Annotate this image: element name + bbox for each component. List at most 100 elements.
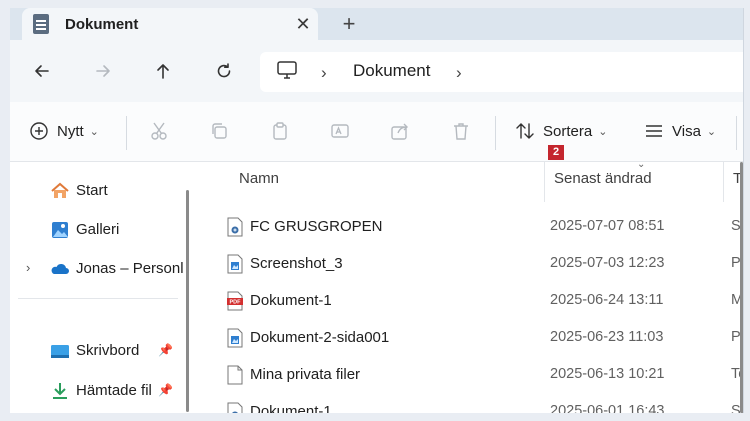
- clipboard-icon: [273, 122, 287, 140]
- back-button[interactable]: [27, 56, 57, 86]
- divider: [736, 116, 737, 150]
- new-button[interactable]: Nytt ⌄: [29, 116, 99, 146]
- column-divider[interactable]: [723, 162, 724, 202]
- new-tab-button[interactable]: +: [336, 12, 362, 38]
- annotation-badge: 2: [548, 145, 564, 160]
- address-bar[interactable]: [260, 52, 743, 92]
- desktop-icon: [51, 345, 69, 358]
- file-row[interactable]: Dokument-2-sida001 2025-06-23 11:03 Pr: [197, 319, 743, 355]
- sidebar-item-onedrive[interactable]: › Jonas – Personl: [10, 254, 190, 284]
- file-list-scrollbar[interactable]: [740, 162, 743, 413]
- refresh-button[interactable]: [209, 56, 239, 86]
- generic-doc-icon: [227, 402, 243, 413]
- file-name: Mina privata filer: [250, 366, 361, 383]
- download-icon: [53, 383, 67, 399]
- scissors-icon: [151, 122, 167, 140]
- sort-icon: [516, 123, 534, 139]
- arrow-left-icon: [35, 65, 49, 77]
- pin-icon[interactable]: 📌: [158, 343, 173, 357]
- gallery-icon: [52, 222, 68, 238]
- tab-title: Dokument: [65, 16, 139, 33]
- file-row[interactable]: PDF Dokument-1 2025-06-24 13:11 M: [197, 282, 743, 318]
- file-date: 2025-06-23 11:03: [550, 329, 664, 345]
- this-pc-icon[interactable]: [276, 60, 298, 80]
- sidebar-item-label: Galleri: [76, 221, 120, 238]
- generic-doc-icon: [227, 217, 243, 237]
- cut-button[interactable]: [149, 116, 169, 146]
- image-doc-icon: [227, 328, 243, 348]
- pin-icon[interactable]: 📌: [158, 383, 173, 397]
- tab-strip: Dokument ✕ +: [10, 8, 743, 40]
- file-row[interactable]: Dokument-1 2025-06-01 16:43 Sc: [197, 393, 743, 413]
- navigation-pane: Start Galleri › Jonas – Personl Skrivbor…: [10, 162, 197, 413]
- view-label: Visa: [672, 122, 701, 140]
- file-date: 2025-06-01 16:43: [550, 403, 665, 413]
- arrow-up-icon: [157, 64, 169, 79]
- file-list: Namn Senast ändrad ⌄ T FC GRUSGROPEN 202…: [197, 159, 743, 413]
- chevron-down-icon: ⌄: [89, 125, 99, 138]
- refresh-icon: [217, 63, 231, 78]
- sort-label: Sortera: [543, 122, 593, 140]
- sidebar-item-skrivbord[interactable]: Skrivbord 📌: [10, 336, 190, 366]
- sort-button[interactable]: Sortera ⌄: [515, 116, 607, 146]
- tab-dokument[interactable]: Dokument ✕: [22, 8, 318, 40]
- sidebar-item-hamtade-filer[interactable]: Hämtade fil 📌: [10, 376, 190, 406]
- divider: [126, 116, 127, 150]
- sidebar-item-galleri[interactable]: Galleri: [10, 215, 190, 245]
- breadcrumb-separator[interactable]: ›: [456, 63, 462, 83]
- delete-button[interactable]: [451, 116, 471, 146]
- file-name: Dokument-2-sida001: [250, 329, 390, 346]
- sidebar-item-start[interactable]: Start: [10, 176, 190, 206]
- trash-icon: [454, 123, 468, 140]
- file-explorer-window: Dokument ✕ + › Dokument › Nytt ⌄ Sortera…: [10, 8, 744, 413]
- home-icon: [51, 182, 69, 198]
- view-button[interactable]: Visa ⌄: [644, 116, 716, 146]
- file-date: 2025-06-24 13:11: [550, 292, 664, 308]
- column-header-modified[interactable]: Senast ändrad: [554, 170, 652, 187]
- chevron-right-icon[interactable]: ›: [26, 260, 30, 275]
- file-row[interactable]: FC GRUSGROPEN 2025-07-07 08:51 Sc: [197, 208, 743, 244]
- sidebar-scrollbar[interactable]: [186, 190, 189, 412]
- copy-icon: [212, 123, 227, 139]
- onedrive-icon: [51, 263, 69, 274]
- arrow-right-icon: [96, 65, 110, 77]
- sidebar-item-label: Jonas – Personl: [76, 260, 184, 277]
- chevron-down-icon: ⌄: [706, 125, 717, 138]
- file-row[interactable]: Mina privata filer 2025-06-13 10:21 Te: [197, 356, 743, 392]
- rename-icon: [331, 124, 349, 138]
- file-date: 2025-06-13 10:21: [550, 366, 665, 382]
- image-doc-icon: [227, 254, 243, 274]
- column-divider[interactable]: [544, 162, 545, 202]
- view-lines-icon: [646, 125, 662, 137]
- column-header-name[interactable]: Namn: [239, 170, 279, 187]
- forward-button[interactable]: [88, 56, 118, 86]
- file-date: 2025-07-07 08:51: [550, 218, 665, 234]
- new-label: Nytt: [57, 122, 84, 140]
- sort-descending-icon: ⌄: [637, 159, 646, 170]
- file-name: Screenshot_3: [250, 255, 343, 272]
- rename-button[interactable]: [330, 116, 350, 146]
- share-button[interactable]: [390, 116, 410, 146]
- breadcrumb-dokument[interactable]: Dokument: [353, 61, 430, 81]
- share-icon: [391, 123, 408, 140]
- blank-doc-icon: [227, 365, 243, 385]
- file-name: FC GRUSGROPEN: [250, 218, 383, 235]
- chevron-down-icon: ⌄: [598, 125, 608, 138]
- file-row[interactable]: Screenshot_3 2025-07-03 12:23 Pr: [197, 245, 743, 281]
- pdf-icon: PDF: [227, 291, 243, 311]
- copy-button[interactable]: [209, 116, 229, 146]
- paste-button[interactable]: [270, 116, 290, 146]
- up-button[interactable]: [148, 56, 178, 86]
- close-tab-button[interactable]: ✕: [291, 12, 315, 36]
- command-bar: Nytt ⌄ Sortera ⌄ Visa ⌄: [10, 102, 743, 162]
- divider: [495, 116, 496, 150]
- sidebar-divider: [18, 298, 178, 299]
- file-name: Dokument-1: [250, 292, 332, 309]
- file-date: 2025-07-03 12:23: [550, 255, 665, 271]
- breadcrumb-separator[interactable]: ›: [321, 63, 327, 83]
- plus-circle-icon: [30, 122, 48, 140]
- file-name: Dokument-1: [250, 403, 332, 413]
- notepad-icon: [33, 14, 49, 34]
- sidebar-item-label: Start: [76, 182, 108, 199]
- svg-text:PDF: PDF: [230, 300, 242, 306]
